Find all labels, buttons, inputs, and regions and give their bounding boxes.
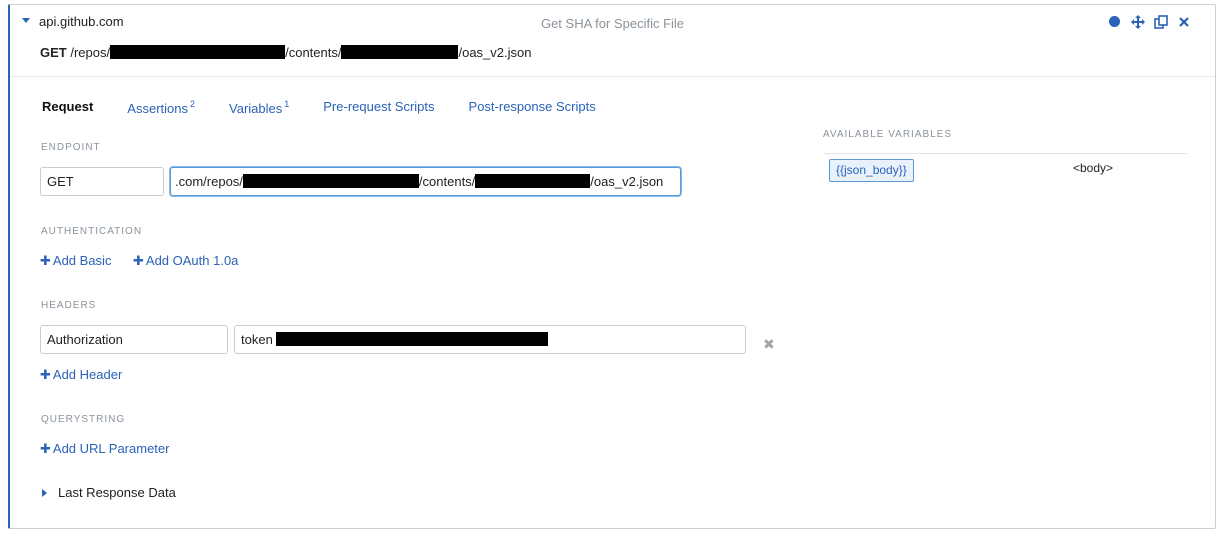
tab-request[interactable]: Request: [42, 99, 93, 116]
redacted-block: [341, 45, 459, 59]
status-dot-icon[interactable]: [1107, 14, 1122, 29]
authentication-label: AUTHENTICATION: [41, 226, 143, 237]
redacted-block: [242, 174, 419, 188]
available-variables-panel: AVAILABLE VARIABLES {{json_body}} <body>: [823, 129, 1187, 194]
plus-icon: ✚: [40, 441, 51, 456]
duplicate-icon[interactable]: [1153, 14, 1168, 29]
variable-value: <body>: [1073, 161, 1114, 175]
assertions-count-badge: 2: [190, 99, 196, 109]
available-variables-label: AVAILABLE VARIABLES: [823, 129, 953, 140]
header-value-input[interactable]: token: [234, 325, 746, 354]
card-toolbar: [1107, 14, 1191, 29]
endpoint-label: ENDPOINT: [41, 142, 101, 153]
tab-assertions[interactable]: Assertions 2: [127, 99, 195, 116]
step-title[interactable]: Get SHA for Specific File: [10, 16, 1215, 31]
add-oauth-link[interactable]: ✚ Add OAuth 1.0a: [133, 253, 238, 269]
last-response-toggle[interactable]: Last Response Data: [42, 485, 176, 500]
variables-count-badge: 1: [284, 99, 290, 109]
remove-header-icon[interactable]: ✖: [763, 336, 775, 353]
querystring-label: QUERYSTRING: [41, 414, 126, 425]
move-icon[interactable]: [1130, 14, 1145, 29]
headers-label: HEADERS: [41, 300, 97, 311]
card-header: api.github.com Get SHA for Specific File…: [10, 5, 1215, 77]
request-tabs: Request Assertions 2 Variables 1 Pre-reque…: [42, 99, 630, 116]
tab-post-response-scripts[interactable]: Post-response Scripts: [469, 99, 596, 116]
variable-chip[interactable]: {{json_body}}: [829, 159, 914, 182]
plus-icon: ✚: [40, 367, 51, 382]
request-path-part3: /oas_v2.json: [458, 45, 532, 60]
request-method: GET: [40, 45, 67, 60]
plus-icon: ✚: [40, 253, 51, 268]
tab-variables[interactable]: Variables 1: [229, 99, 289, 116]
last-response-label: Last Response Data: [58, 485, 176, 500]
redacted-block: [475, 174, 591, 188]
redacted-block: [276, 332, 549, 346]
request-summary: GET /repos/ /contents/ /oas_v2.json: [40, 45, 531, 60]
redacted-block: [110, 45, 286, 59]
method-select[interactable]: GET: [40, 167, 164, 196]
request-path-part1: /repos/: [70, 45, 111, 60]
header-name-input[interactable]: Authorization: [40, 325, 228, 354]
variable-row: {{json_body}} <body>: [823, 154, 1187, 194]
add-basic-link[interactable]: ✚ Add Basic: [40, 253, 111, 269]
url-input[interactable]: .com/repos//contents//oas_v2.json: [170, 167, 681, 196]
request-card: api.github.com Get SHA for Specific File…: [8, 4, 1216, 529]
add-header-link[interactable]: ✚ Add Header: [40, 367, 122, 383]
add-url-parameter-link[interactable]: ✚ Add URL Parameter: [40, 441, 169, 457]
request-path-part2: /contents/: [285, 45, 342, 60]
expand-caret-icon: [42, 488, 47, 497]
tab-pre-request-scripts[interactable]: Pre-request Scripts: [323, 99, 434, 116]
plus-icon: ✚: [133, 253, 144, 268]
close-icon[interactable]: [1176, 14, 1191, 29]
